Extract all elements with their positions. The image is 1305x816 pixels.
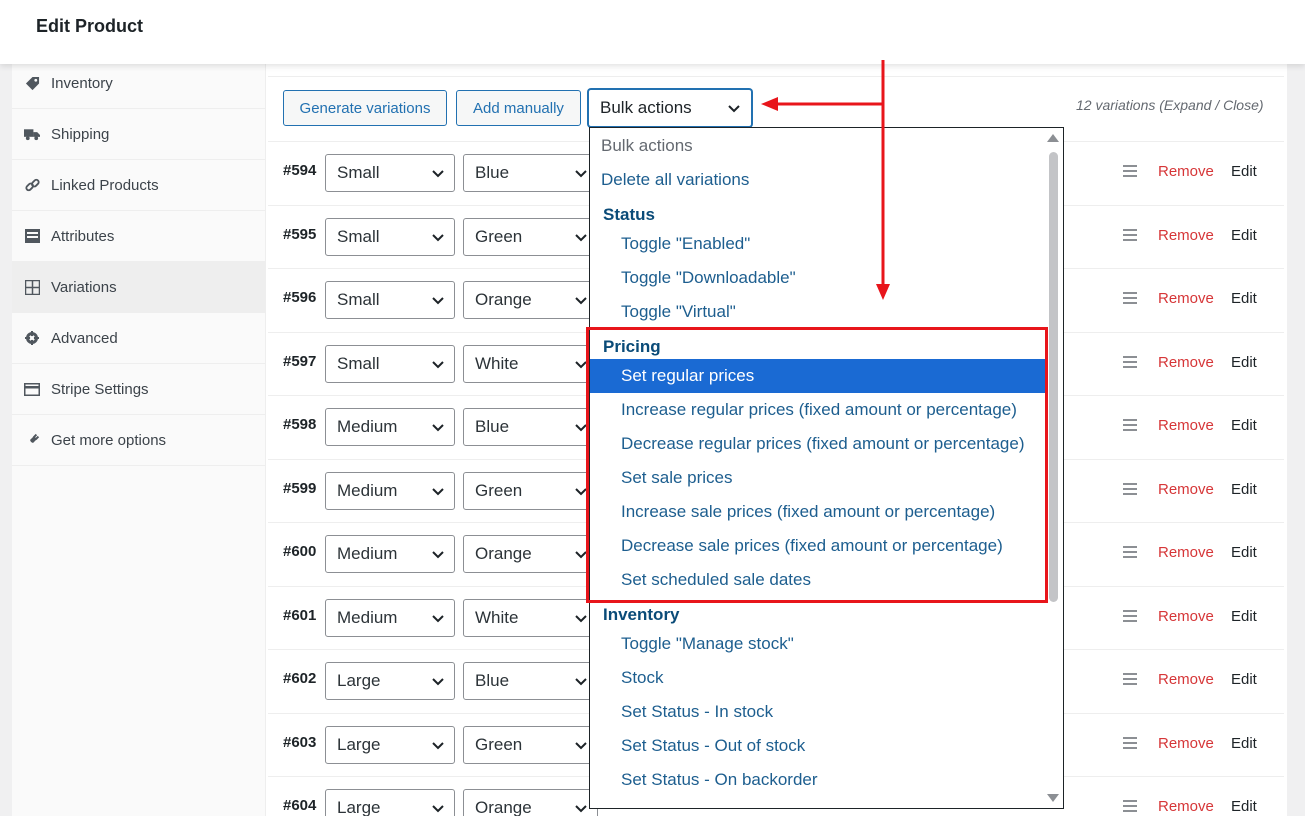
arrow-left-icon — [761, 97, 778, 111]
arrow-down-icon — [876, 284, 890, 300]
annotation-arrows — [761, 60, 890, 300]
